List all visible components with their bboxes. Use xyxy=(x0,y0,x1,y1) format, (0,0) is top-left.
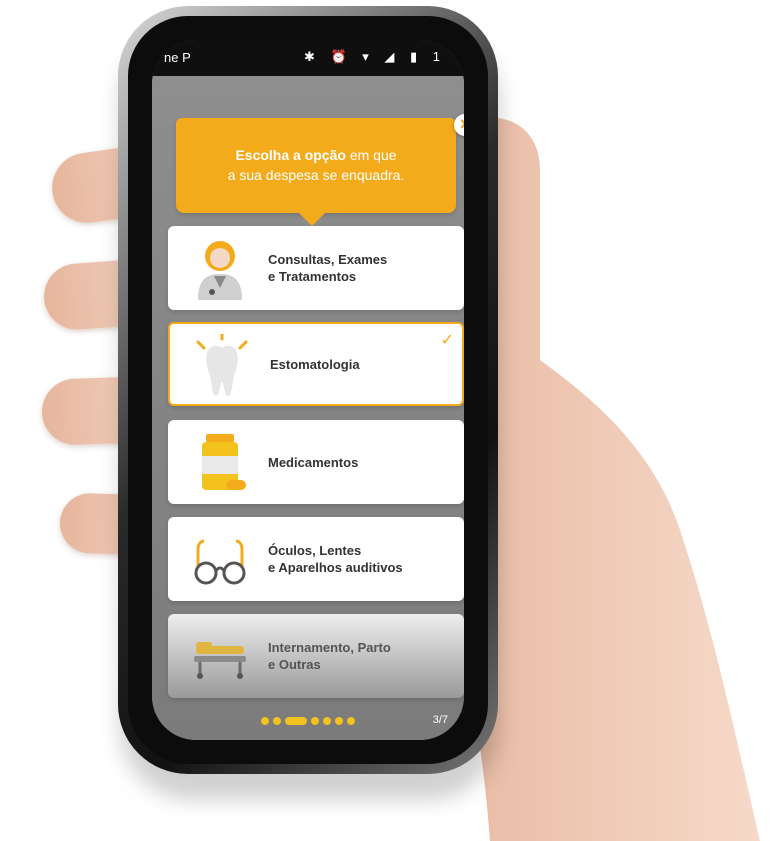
option-label: Consultas, Exames e Tratamentos xyxy=(268,226,387,310)
option-line-2: e Aparelhos auditivos xyxy=(268,560,403,575)
tooltip-line-2: a sua despesa se enquadra. xyxy=(227,167,405,183)
option-label: Medicamentos xyxy=(268,420,358,504)
carrier-label: ne P xyxy=(164,50,191,65)
medicine-icon xyxy=(202,434,246,490)
option-line-1: Medicamentos xyxy=(268,454,359,470)
tooltip-text-1: em que xyxy=(345,147,397,163)
page-dot-1[interactable] xyxy=(261,716,269,725)
option-line-1: Internamento, Parto xyxy=(268,640,391,655)
page-dot-5[interactable] xyxy=(323,716,331,725)
phone-frame: ne P ✱ ⏰ ▾ ◢ ▮ 1 Escolha a opção em que … xyxy=(118,6,498,774)
phone-screen: ne P ✱ ⏰ ▾ ◢ ▮ 1 Escolha a opção em que … xyxy=(152,40,464,740)
tooltip-bold: Escolha a opção xyxy=(235,147,346,163)
pagination-dots xyxy=(152,712,464,726)
check-icon: ✓ xyxy=(440,332,454,349)
page-dot-2[interactable] xyxy=(273,716,281,725)
doctor-icon xyxy=(198,241,242,300)
phone-bezel: ne P ✱ ⏰ ▾ ◢ ▮ 1 Escolha a opção em que … xyxy=(128,16,488,764)
tooltip: Escolha a opção em que a sua despesa se … xyxy=(176,118,456,213)
option-label: Óculos, Lentes e Aparelhos auditivos xyxy=(268,517,403,601)
page-dot-7[interactable] xyxy=(347,716,355,725)
close-icon: × xyxy=(460,114,464,134)
option-line-2: e Outras xyxy=(268,657,321,672)
option-label: Internamento, Parto e Outras xyxy=(268,614,391,698)
tooltip-arrow xyxy=(298,212,326,226)
glasses-icon xyxy=(194,539,246,585)
option-line-1: Óculos, Lentes xyxy=(268,543,362,558)
option-medicamentos[interactable]: Medicamentos xyxy=(168,420,464,504)
option-line-2: e Tratamentos xyxy=(268,269,357,284)
hospital-bed-icon xyxy=(194,642,246,679)
option-line-1: Consultas, Exames xyxy=(268,252,388,267)
option-line-1: Estomatologia xyxy=(270,356,360,372)
option-label: Estomatologia xyxy=(270,324,360,404)
option-consultas[interactable]: Consultas, Exames e Tratamentos xyxy=(168,226,464,310)
tooltip-line-1: Escolha a opção em que xyxy=(176,145,456,165)
page-dot-4[interactable] xyxy=(311,716,319,725)
option-internamento[interactable]: Internamento, Parto e Outras xyxy=(168,614,464,698)
option-estomatologia[interactable]: Estomatologia ✓ xyxy=(168,322,464,406)
page-dot-current[interactable] xyxy=(285,716,307,725)
onboarding-overlay: Escolha a opção em que a sua despesa se … xyxy=(152,76,464,740)
tooth-icon xyxy=(196,334,248,396)
page-dot-6[interactable] xyxy=(335,716,343,725)
page-counter: 3/7 xyxy=(432,714,448,726)
status-icons: ✱ ⏰ ▾ ◢ ▮ 1 xyxy=(303,49,446,64)
status-bar: ne P ✱ ⏰ ▾ ◢ ▮ 1 xyxy=(152,40,464,76)
option-oculos[interactable]: Óculos, Lentes e Aparelhos auditivos xyxy=(168,517,464,601)
